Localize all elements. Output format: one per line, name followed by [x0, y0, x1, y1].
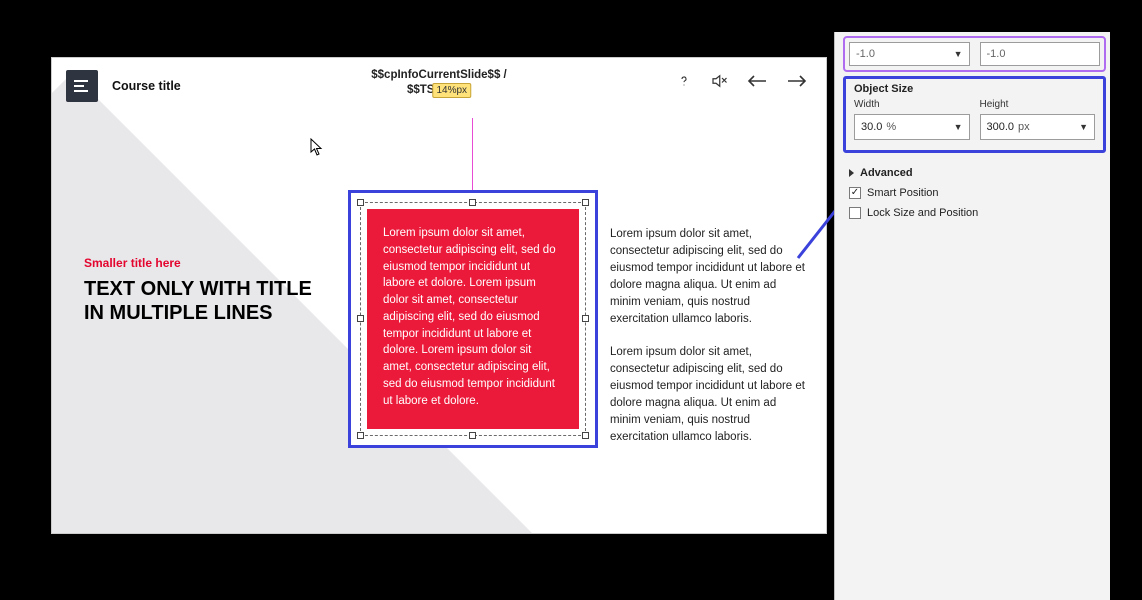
properties-panel: -1.0 ▼ -1.0 Object Size Width Height 30.… [834, 32, 1110, 600]
triangle-right-icon [849, 169, 854, 177]
height-unit: px [1018, 121, 1075, 133]
selected-object[interactable]: Lorem ipsum dolor sit amet, consectetur … [348, 190, 598, 448]
chevron-down-icon: ▼ [954, 122, 963, 132]
red-text-content: Lorem ipsum dolor sit amet, consectetur … [383, 227, 556, 407]
app-frame: Course title $$cpInfoCurrentSlide$$ / $$… [32, 32, 1110, 536]
resize-handle-mr[interactable] [582, 315, 589, 322]
slide-vars: $$cpInfoCurrentSlide$$ / $$TS14%px [371, 68, 506, 98]
resize-handle-bm[interactable] [469, 432, 476, 439]
pos-x-input[interactable]: -1.0 ▼ [849, 42, 970, 66]
resize-handle-ml[interactable] [357, 315, 364, 322]
smart-position-row[interactable]: ✓ Smart Position [849, 187, 1100, 199]
smart-position-label: Smart Position [867, 187, 939, 199]
width-unit: % [886, 121, 949, 133]
small-title: Smaller title here [84, 256, 324, 270]
advanced-toggle[interactable]: Advanced [849, 167, 1100, 179]
resize-handle-tm[interactable] [469, 199, 476, 206]
width-input[interactable]: 30.0 % ▼ [854, 114, 970, 140]
lock-size-label: Lock Size and Position [867, 207, 978, 219]
resize-handle-tr[interactable] [582, 199, 589, 206]
vars-line2-prefix: $$TS [407, 84, 435, 96]
slide-topbar: Course title $$cpInfoCurrentSlide$$ / $$… [52, 58, 826, 114]
vars-line2: $$TS14%px [371, 83, 506, 98]
right-text-column: Lorem ipsum dolor sit amet, consectetur … [610, 226, 810, 446]
height-label: Height [980, 99, 1096, 110]
pos-y-input[interactable]: -1.0 [980, 42, 1101, 66]
position-highlight: -1.0 ▼ -1.0 [843, 36, 1106, 72]
menu-icon [73, 79, 91, 93]
pos-y-value: -1.0 [987, 48, 1006, 60]
resize-handle-bl[interactable] [357, 432, 364, 439]
smart-position-checkbox[interactable]: ✓ [849, 187, 861, 199]
selection-dashed: Lorem ipsum dolor sit amet, consectetur … [360, 202, 586, 436]
height-value: 300.0 [987, 121, 1015, 133]
px-badge: 14%px [432, 83, 471, 98]
resize-handle-br[interactable] [582, 432, 589, 439]
lock-size-checkbox[interactable] [849, 207, 861, 219]
next-arrow-icon[interactable] [786, 74, 808, 88]
help-icon[interactable] [676, 73, 692, 89]
paragraph-2: Lorem ipsum dolor sit amet, consectetur … [610, 344, 810, 446]
chevron-down-icon: ▼ [1079, 122, 1088, 132]
big-title: TEXT ONLY WITH TITLE IN MULTIPLE LINES [84, 278, 324, 325]
advanced-label: Advanced [860, 167, 913, 179]
vertical-guide [472, 118, 473, 192]
lock-size-row[interactable]: Lock Size and Position [849, 207, 1100, 219]
width-value: 30.0 [861, 121, 882, 133]
height-input[interactable]: 300.0 px ▼ [980, 114, 1096, 140]
pos-x-value: -1.0 [856, 48, 875, 60]
slide-canvas[interactable]: Course title $$cpInfoCurrentSlide$$ / $$… [52, 58, 826, 533]
course-title: Course title [112, 79, 181, 93]
object-size-group: Object Size Width Height 30.0 % ▼ 300.0 … [843, 76, 1106, 153]
mute-icon[interactable] [710, 72, 728, 90]
vars-line1: $$cpInfoCurrentSlide$$ / [371, 68, 506, 83]
width-label: Width [854, 99, 970, 110]
object-size-title: Object Size [854, 83, 1095, 95]
resize-handle-tl[interactable] [357, 199, 364, 206]
cursor-icon [310, 138, 324, 156]
title-block: Smaller title here TEXT ONLY WITH TITLE … [84, 256, 324, 325]
top-icons [676, 72, 808, 90]
paragraph-1: Lorem ipsum dolor sit amet, consectetur … [610, 226, 810, 328]
menu-button[interactable] [66, 70, 98, 102]
chevron-down-icon: ▼ [954, 49, 963, 59]
red-text-box[interactable]: Lorem ipsum dolor sit amet, consectetur … [367, 209, 579, 429]
prev-arrow-icon[interactable] [746, 74, 768, 88]
